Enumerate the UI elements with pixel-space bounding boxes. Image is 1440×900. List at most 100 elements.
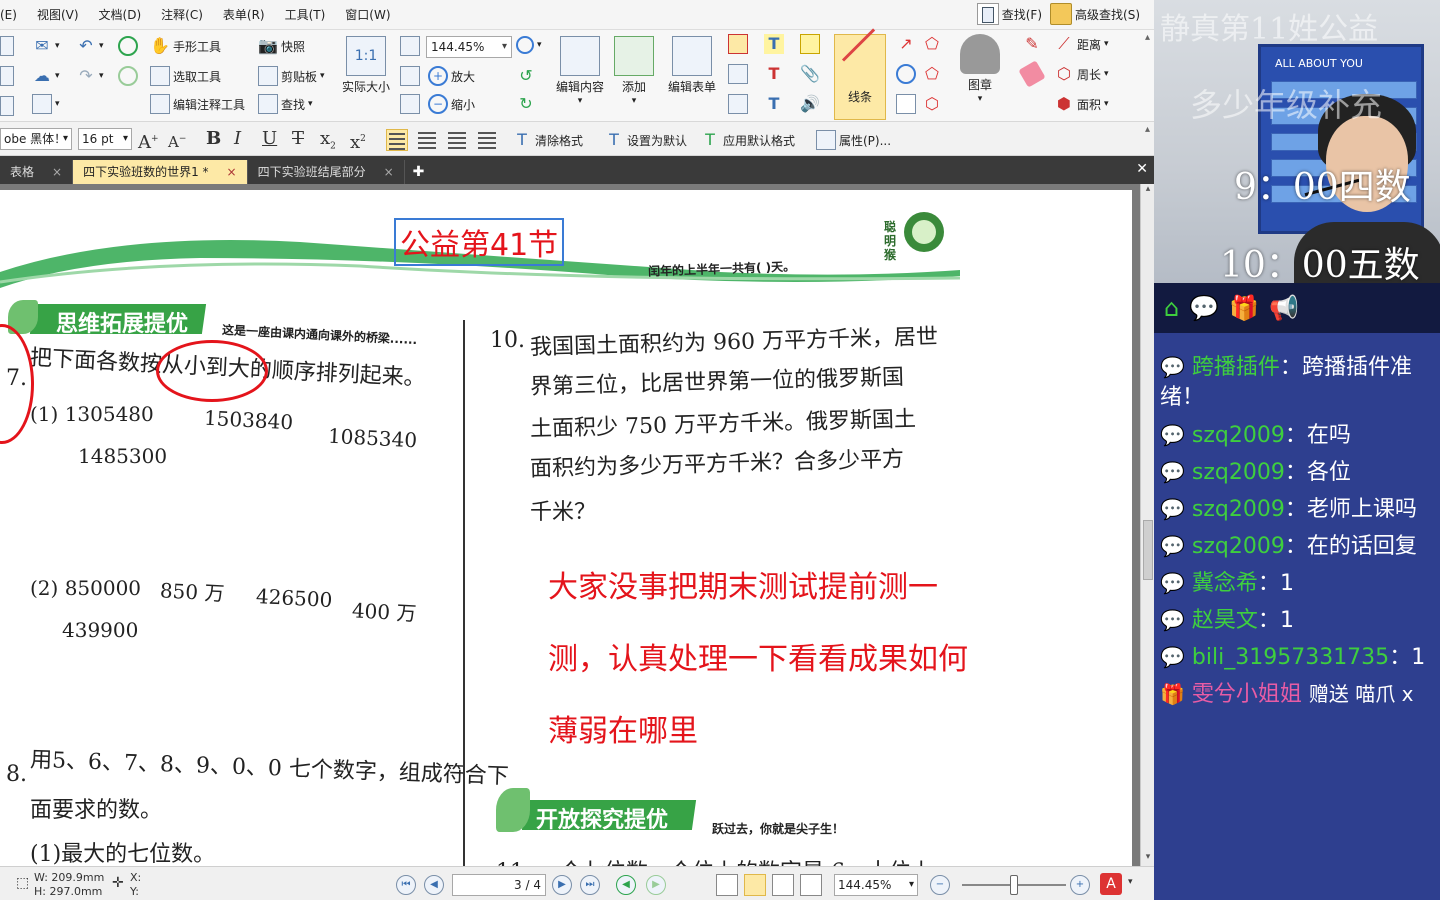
previous-page-button[interactable]: ◀ [424,875,444,895]
teacher-note-line[interactable]: 薄弱在哪里 [548,706,698,750]
document-canvas[interactable]: 公益第41节 聪明猴 闰年的上半年一共有( )天。 思维拓展提优 这是一座由课内… [0,184,1154,866]
next-page-button[interactable]: ▶ [552,875,572,895]
continuous-facing-view-icon[interactable] [800,874,822,896]
typewriter-tool-button[interactable] [728,94,748,114]
close-icon[interactable]: × [227,160,237,184]
pencil-button[interactable]: ✎ [1022,34,1042,54]
chat-user[interactable]: 跨播插件 [1192,355,1280,380]
document-page[interactable]: 公益第41节 聪明猴 闰年的上半年一共有( )天。 思维拓展提优 这是一座由课内… [0,190,1132,866]
align-left-icon[interactable] [386,129,408,151]
gift-icon[interactable]: 🎁 [1229,293,1259,323]
teacher-note-line[interactable]: 测，认真处理一下看看成果如何 [548,634,968,678]
add-button[interactable]: 添加 ▾ [614,36,654,106]
strikeout-button[interactable]: T [764,64,784,84]
page-number-input[interactable]: 3 / 4 [452,874,546,896]
attach-button[interactable]: 📎 [800,64,820,84]
edit-content-button[interactable]: 编辑内容 ▾ [556,36,604,106]
line-tool-button[interactable]: 线条 [834,34,886,120]
chat-user[interactable]: szq2009 [1192,534,1285,559]
bold-icon[interactable]: B [206,128,221,150]
forward-view-button[interactable]: ▶ [646,875,666,895]
facing-view-icon[interactable] [772,874,794,896]
new-tab-icon[interactable]: ✚ [405,160,433,184]
clipboard-button[interactable]: 剪贴板 ▾ [258,66,325,86]
clear-format-button[interactable]: T 清除格式 [512,130,583,150]
select-tool-button[interactable]: 选取工具 [150,66,221,86]
perimeter-button[interactable]: ⬡ 周长 ▾ [1054,64,1109,84]
ribbon-collapse-icon[interactable]: ▴ [1145,32,1150,43]
last-page-button[interactable]: ⏭ [580,875,600,895]
rotate-right-button[interactable]: ↻ [516,94,536,114]
properties-button[interactable]: 属性(P)... [816,130,891,150]
close-icon[interactable]: × [52,160,62,184]
underline-button[interactable]: T [764,94,784,114]
zoom-slider-knob[interactable] [1010,875,1018,895]
scrollbar-thumb[interactable] [1143,520,1153,580]
zoom-out-button[interactable]: − 缩小 [428,94,475,114]
print-button[interactable] [0,66,14,86]
actual-size-button[interactable]: 1:1 实际大小 [342,36,390,95]
cloud-shape-button[interactable]: ⬡ [922,94,942,114]
menu-view[interactable]: 视图(V) [27,6,89,23]
email-button[interactable]: ✉ ▾ [32,36,59,56]
pdf-menu-icon[interactable]: ▾ [1128,877,1133,887]
font-size-select[interactable]: 16 pt [78,128,132,150]
eraser-button[interactable] [1018,60,1046,88]
advanced-find-button[interactable]: 高级查找(S) [1050,3,1140,25]
decrease-font-icon[interactable]: A− [168,128,186,153]
tab-world-of-numbers[interactable]: 四下实验班数的世界1 * × [73,160,248,184]
undo-button[interactable]: ↶ ▾ [76,36,103,56]
pdf-icon[interactable]: A [1100,873,1122,895]
distance-button[interactable]: ⟋ 距离 ▾ [1054,34,1108,54]
vertical-scrollbar[interactable]: ▴ ▾ [1140,184,1154,866]
menu-window[interactable]: 窗口(W) [335,6,400,23]
section-title-annotation[interactable]: 公益第41节 [394,218,565,266]
chat-user[interactable]: szq2009 [1192,423,1285,448]
chat-user[interactable]: szq2009 [1192,497,1285,522]
zoom-in-button[interactable]: + 放大 [428,66,475,86]
first-page-button[interactable]: ⏮ [396,875,416,895]
export-button[interactable] [0,96,14,116]
align-center-icon[interactable] [416,129,438,151]
rotate-left-button[interactable]: ↺ [516,66,536,86]
formatbar-collapse-icon[interactable]: ▴ [1145,124,1150,135]
oval-tool-button[interactable] [896,64,916,84]
area-button[interactable]: ⬢ 面积 ▾ [1054,94,1109,114]
apply-default-button[interactable]: T 应用默认格式 [700,130,795,150]
status-zoom-select[interactable]: 144.45% [834,874,918,896]
tab-ending-section[interactable]: 四下实验班结尾部分 × [248,160,405,184]
hand-tool-button[interactable]: ✋ 手形工具 [150,36,221,56]
text-highlight-button[interactable]: T [764,34,784,54]
megaphone-icon[interactable]: 📢 [1269,293,1299,323]
close-icon[interactable]: × [384,160,394,184]
snapshot-button[interactable]: 📷 快照 [258,36,305,56]
fit-visible-button[interactable] [400,94,420,114]
gift-user[interactable]: 雯兮小姐姐 [1192,682,1302,707]
textbox-tool-button[interactable] [728,34,748,54]
fit-width-button[interactable] [400,66,420,86]
increase-font-icon[interactable]: A+ [138,128,159,154]
scroll-up-icon[interactable]: ▴ [1141,184,1154,198]
zoom-select[interactable]: 144.45% [426,36,512,58]
arrow-tool-button[interactable]: ↗ [896,34,916,54]
single-page-view-icon[interactable] [716,874,738,896]
teacher-note-line[interactable]: 大家没事把期末测试提前测一 [548,562,938,606]
stamp-button[interactable]: 图章 ▾ [960,34,1000,104]
scroll-down-icon[interactable]: ▾ [1141,852,1154,866]
back-view-button[interactable]: ◀ [616,875,636,895]
polygon-tool-button[interactable]: ⬠ [922,64,942,84]
set-default-button[interactable]: T 设置为默认 [604,130,687,150]
edit-form-button[interactable]: 编辑表单 [668,36,716,95]
red-ellipse-annotation[interactable] [0,324,34,444]
chat-icon[interactable]: 💬 [1189,293,1219,323]
menu-edit[interactable]: (E) [0,8,27,22]
cloud-button[interactable]: ☁ ▾ [32,66,60,86]
redo-button[interactable]: ↷ ▾ [76,66,103,86]
align-justify-icon[interactable] [476,129,498,151]
edit-annotation-tool-button[interactable]: 编辑注释工具 [150,94,245,114]
chat-user[interactable]: 赵昊文 [1192,608,1258,633]
menu-comment[interactable]: 注释(C) [151,6,213,23]
underline-icon[interactable]: U [262,128,277,150]
menu-form[interactable]: 表单(R) [213,6,275,23]
tab-table[interactable]: 表格 × [0,160,74,184]
